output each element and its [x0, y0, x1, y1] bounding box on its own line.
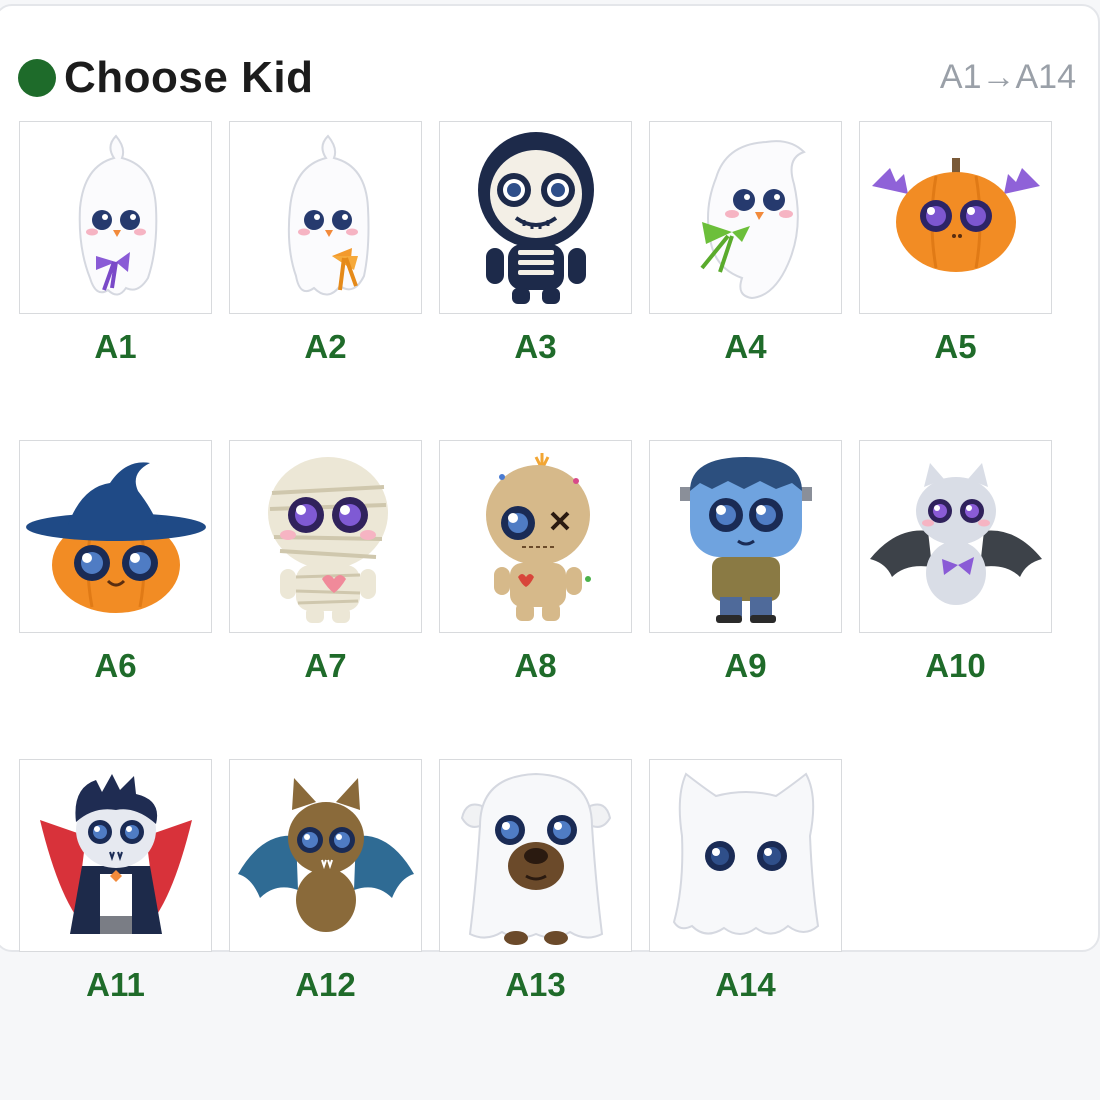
kid-label: A11 — [86, 966, 145, 1003]
vampire-icon — [39, 773, 192, 934]
kid-option-a7[interactable]: A7 — [229, 440, 422, 685]
status-dot-icon — [18, 59, 56, 97]
kid-option-a3[interactable]: A3 — [439, 121, 632, 366]
frankenstein-icon — [679, 456, 812, 623]
brown-bat-icon — [237, 777, 414, 932]
kid-grid: A1 A2 A3 A4 A5 A6 A7 A8 A9 A10 A11 A12 A… — [19, 121, 1059, 1004]
voodoo-doll-icon — [485, 452, 591, 621]
skeleton-icon — [477, 131, 594, 304]
kid-option-a8[interactable]: A8 — [439, 440, 632, 685]
kid-option-a6[interactable]: A6 — [19, 440, 212, 685]
dog-ghost-icon — [460, 772, 611, 945]
kid-label: A8 — [514, 647, 557, 684]
kid-label: A14 — [715, 966, 776, 1003]
ghost-orange-bow-icon — [287, 134, 369, 295]
kid-thumbnail[interactable] — [439, 121, 632, 314]
kid-label: A4 — [724, 328, 767, 365]
pumpkin-witch-hat-icon — [25, 461, 206, 613]
panel-header: Choose Kid — [18, 53, 314, 102]
kid-option-a4[interactable]: A4 — [649, 121, 842, 366]
kid-option-a14[interactable]: A14 — [649, 759, 842, 1004]
kid-thumbnail[interactable] — [859, 121, 1052, 314]
kid-label: A13 — [505, 966, 566, 1003]
kid-thumbnail[interactable] — [19, 759, 212, 952]
kid-option-a11[interactable]: A11 — [19, 759, 212, 1004]
kid-option-a13[interactable]: A13 — [439, 759, 632, 1004]
kid-label: A2 — [304, 328, 347, 365]
kid-thumbnail[interactable] — [229, 121, 422, 314]
kid-label: A3 — [514, 328, 557, 365]
kid-label: A6 — [94, 647, 137, 684]
gray-bat-icon — [869, 462, 1042, 605]
kid-thumbnail[interactable] — [859, 440, 1052, 633]
mummy-icon — [267, 456, 388, 623]
kid-thumbnail[interactable] — [19, 440, 212, 633]
kid-label: A10 — [925, 647, 986, 684]
kid-label: A1 — [94, 328, 137, 365]
kid-thumbnail[interactable] — [649, 440, 842, 633]
ghost-purple-bow-icon — [78, 134, 157, 295]
kid-thumbnail[interactable] — [649, 759, 842, 952]
kid-label: A9 — [724, 647, 767, 684]
kid-thumbnail[interactable] — [439, 759, 632, 952]
panel-title: Choose Kid — [64, 53, 314, 102]
kid-thumbnail[interactable] — [439, 440, 632, 633]
cat-ghost-icon — [672, 771, 819, 935]
kid-label: A5 — [934, 328, 977, 365]
ghost-green-bow-icon — [699, 139, 806, 299]
pumpkin-bat-icon — [871, 157, 1040, 272]
range-indicator: A1→A14 — [939, 58, 1076, 96]
kid-label: A7 — [304, 647, 347, 684]
kid-option-a2[interactable]: A2 — [229, 121, 422, 366]
kid-option-a12[interactable]: A12 — [229, 759, 422, 1004]
kid-thumbnail[interactable] — [649, 121, 842, 314]
kid-label: A12 — [295, 966, 356, 1003]
kid-thumbnail[interactable] — [229, 440, 422, 633]
kid-thumbnail[interactable] — [19, 121, 212, 314]
kid-option-a5[interactable]: A5 — [859, 121, 1052, 366]
kid-option-a9[interactable]: A9 — [649, 440, 842, 685]
kid-option-a10[interactable]: A10 — [859, 440, 1052, 685]
kid-thumbnail[interactable] — [229, 759, 422, 952]
kid-option-a1[interactable]: A1 — [19, 121, 212, 366]
